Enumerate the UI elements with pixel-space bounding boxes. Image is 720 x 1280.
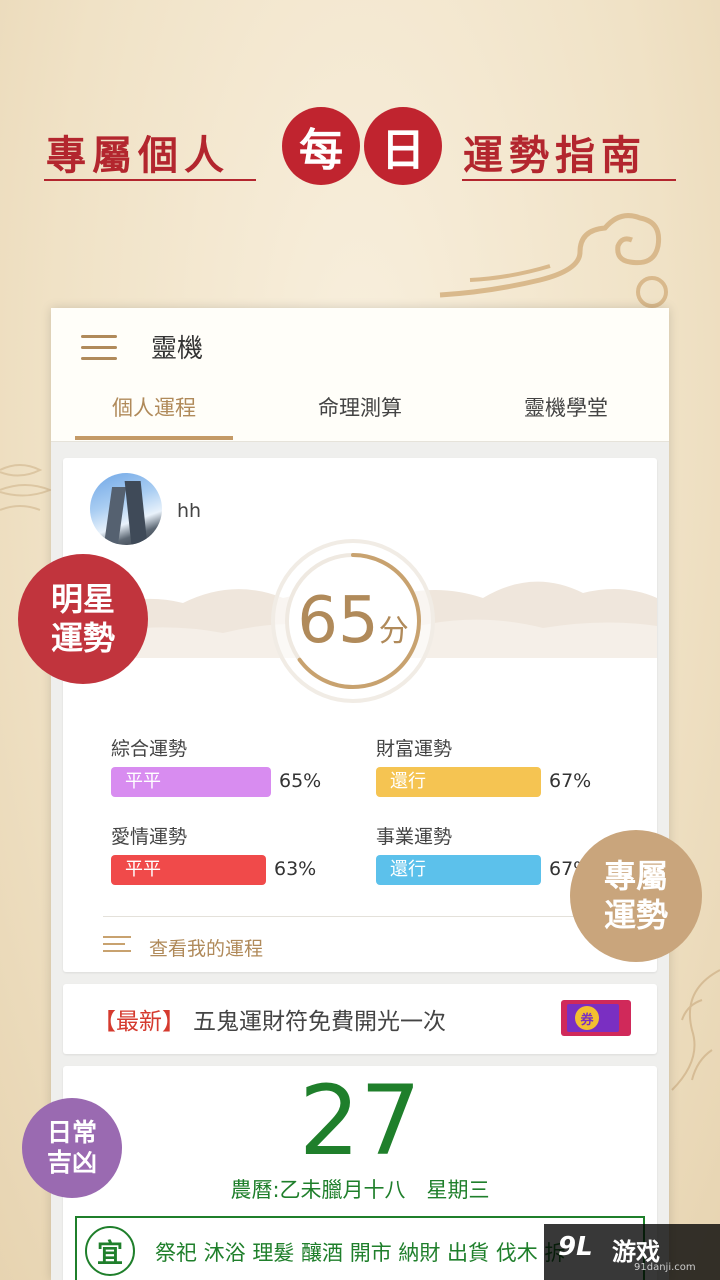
stat-label: 愛情運勢 xyxy=(111,826,188,848)
badge-star-fortune: 明星 運勢 xyxy=(18,554,148,684)
yi-badge: 宜 xyxy=(85,1226,135,1276)
stat-label: 事業運勢 xyxy=(376,826,453,848)
menu-icon[interactable] xyxy=(81,335,117,361)
app-screen: 靈機 個人運程 命理測算 靈機學堂 hh 65 分 綜合運勢 平平 65% 財富… xyxy=(51,308,669,1280)
stat-label: 財富運勢 xyxy=(376,738,453,760)
stat-percent: 67% xyxy=(549,770,592,792)
stat-label: 綜合運勢 xyxy=(111,738,188,760)
cloud-decoration xyxy=(439,213,668,308)
list-lines-icon xyxy=(103,936,135,958)
badge-exclusive-fortune: 專屬 運勢 xyxy=(570,830,702,962)
header-banner: 專屬個人 每 日 運勢指南 xyxy=(0,95,720,205)
auspicious-items: 祭祀 沐浴 理髮 釀酒 開市 納財 出貨 伐木 拆 xyxy=(155,1241,566,1265)
calendar-day: 27 xyxy=(298,1065,422,1177)
watermark-logo: 9L xyxy=(558,1232,593,1262)
view-my-fortune-label: 查看我的運程 xyxy=(149,937,264,960)
badge-exclusive-text: 專屬 運勢 xyxy=(603,856,668,934)
score-value: 65 xyxy=(297,584,379,658)
badge-daily-text: 日常 吉凶 xyxy=(46,1117,97,1178)
username: hh xyxy=(177,500,202,522)
banner-right-underline xyxy=(462,179,676,181)
banner-right-title: 運勢指南 xyxy=(463,132,647,179)
stat-bar: 還行 xyxy=(376,855,541,885)
user-avatar[interactable] xyxy=(90,473,162,545)
tab-destiny-calculation[interactable]: 命理測算 xyxy=(257,388,463,440)
tab-personal-fortune[interactable]: 個人運程 xyxy=(51,388,257,440)
banner-left-underline xyxy=(44,179,256,181)
tab-lingji-school[interactable]: 靈機學堂 xyxy=(463,388,669,440)
app-logo: 靈機 xyxy=(151,334,204,364)
news-tag: 【最新】 xyxy=(93,1009,185,1035)
stat-love[interactable]: 愛情運勢 平平 63% xyxy=(111,822,316,885)
app-bar: 靈機 個人運程 命理測算 靈機學堂 xyxy=(51,308,669,442)
banner-left-title: 專屬個人 xyxy=(46,132,230,179)
flower-decoration xyxy=(671,969,720,1091)
coupon-icon[interactable]: 券 xyxy=(561,1000,631,1036)
banner-circle-daily-2: 日 xyxy=(364,107,442,185)
watermark: 9L 游戏 91danji.com xyxy=(544,1224,720,1280)
badge-daily-luck: 日常 吉凶 xyxy=(22,1098,122,1198)
stat-percent: 65% xyxy=(279,770,322,792)
stat-wealth[interactable]: 財富運勢 還行 67% xyxy=(376,734,591,797)
stat-percent: 63% xyxy=(274,858,317,880)
coupon-label: 券 xyxy=(575,1006,599,1030)
stat-bar: 平平 xyxy=(111,767,271,797)
score-display: 65 分 xyxy=(270,538,436,704)
fortune-card: hh 65 分 綜合運勢 平平 65% 財富運勢 還行 67% 愛情運勢 平平 … xyxy=(63,458,657,972)
stat-career[interactable]: 事業運勢 還行 67% xyxy=(376,822,591,885)
stat-bar: 還行 xyxy=(376,767,541,797)
news-text: 五鬼運財符免費開光一次 xyxy=(193,1009,446,1035)
score-unit: 分 xyxy=(378,614,409,649)
watermark-url: 91danji.com xyxy=(634,1262,696,1273)
lunar-date: 農曆:乙未臘月十八 星期三 xyxy=(230,1178,490,1202)
stat-bar: 平平 xyxy=(111,855,266,885)
tab-bar: 個人運程 命理測算 靈機學堂 xyxy=(51,388,669,440)
news-card[interactable]: 【最新】 五鬼運財符免費開光一次 券 xyxy=(63,984,657,1054)
badge-star-text: 明星 運勢 xyxy=(50,579,115,657)
stat-overall[interactable]: 綜合運勢 平平 65% xyxy=(111,734,321,797)
divider xyxy=(103,916,617,917)
view-my-fortune-link[interactable]: 查看我的運程 xyxy=(103,932,263,962)
banner-circle-daily-1: 每 xyxy=(282,107,360,185)
